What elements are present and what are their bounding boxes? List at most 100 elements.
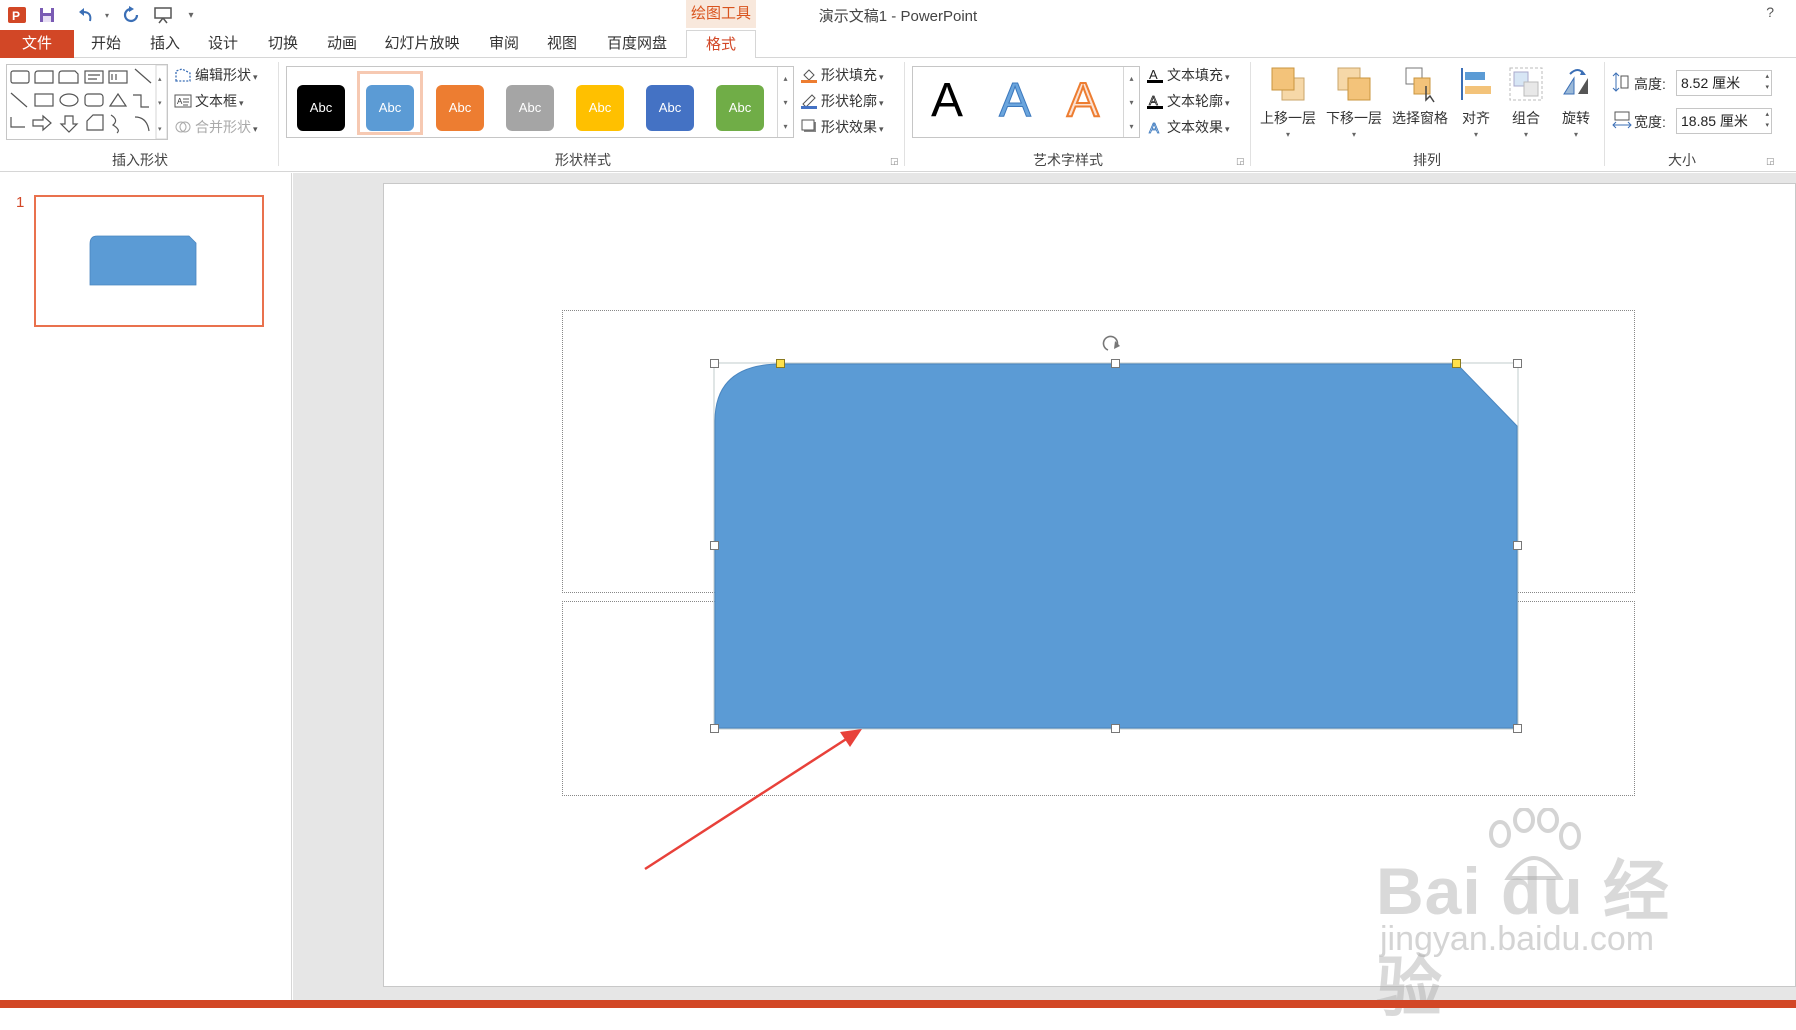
group-separator xyxy=(278,62,279,166)
gallery-more-icon[interactable]: ▾ xyxy=(1124,115,1139,139)
chevron-down-icon: ▾ xyxy=(253,72,258,82)
send-backward-icon xyxy=(1334,64,1374,104)
rotate-label: 旋转 xyxy=(1562,110,1590,126)
help-button[interactable]: ? xyxy=(1766,4,1774,20)
ribbon: ▴ ▾ ▾ 编辑形状 ▾ A 文本框 ▾ 合并形状 ▾ 插入形状 Abc Abc Abc… xyxy=(0,58,1796,172)
text-box-button[interactable]: A 文本框 ▾ xyxy=(174,90,244,112)
scroll-down-icon[interactable]: ▾ xyxy=(1124,91,1139,115)
text-fill-icon: A xyxy=(1147,67,1163,83)
svg-text:A: A xyxy=(177,97,183,106)
group-label-size: 大小 xyxy=(1668,152,1696,168)
group-label-arrange: 排列 xyxy=(1413,152,1441,168)
dialog-launcher-icon[interactable]: ◲ xyxy=(1236,156,1245,167)
shape-style-green[interactable]: Abc xyxy=(716,85,764,131)
group-button[interactable]: 组合 ▾ xyxy=(1506,64,1546,139)
wordart-gallery-scroll[interactable]: ▴ ▾ ▾ xyxy=(1123,67,1139,137)
tab-transitions[interactable]: 切换 xyxy=(263,30,303,58)
dialog-launcher-icon[interactable]: ◲ xyxy=(1766,156,1775,167)
resize-handle-s[interactable] xyxy=(1111,724,1120,733)
bring-forward-button[interactable]: 上移一层 ▾ xyxy=(1256,64,1320,139)
width-input[interactable]: 18.85 厘米 ▴ ▾ xyxy=(1676,108,1772,134)
resize-handle-e[interactable] xyxy=(1513,541,1522,550)
resize-handle-se[interactable] xyxy=(1513,724,1522,733)
tab-animations[interactable]: 动画 xyxy=(322,30,362,58)
rotate-handle-icon[interactable] xyxy=(1102,335,1120,351)
shape-style-gold[interactable]: Abc xyxy=(576,85,624,131)
merge-shapes-button[interactable]: 合并形状 ▾ xyxy=(174,116,258,138)
tab-view[interactable]: 视图 xyxy=(542,30,582,58)
tab-format[interactable]: 格式 xyxy=(686,30,756,59)
tab-design[interactable]: 设计 xyxy=(203,30,243,58)
tab-baidu[interactable]: 百度网盘 xyxy=(600,30,674,58)
text-fill-button[interactable]: A 文本填充 ▾ xyxy=(1146,64,1230,86)
text-effects-button[interactable]: A 文本效果 ▾ xyxy=(1146,116,1230,138)
tab-review[interactable]: 审阅 xyxy=(484,30,524,58)
annotation-arrow xyxy=(644,729,862,871)
scroll-up-icon[interactable]: ▴ xyxy=(778,67,793,91)
width-value: 18.85 厘米 xyxy=(1681,113,1748,129)
shape-outline-label: 形状轮廓 xyxy=(821,93,877,109)
resize-handle-sw[interactable] xyxy=(710,724,719,733)
height-spinner[interactable]: ▴ ▾ xyxy=(1765,71,1769,93)
text-effects-icon: A xyxy=(1149,120,1160,135)
shape-effects-button[interactable]: 形状效果 ▾ xyxy=(800,116,884,138)
shape-style-dark-blue[interactable]: Abc xyxy=(646,85,694,131)
text-outline-button[interactable]: A 文本轮廓 ▾ xyxy=(1146,90,1230,112)
style-gallery-scroll[interactable]: ▴ ▾ ▾ xyxy=(777,67,793,137)
align-button[interactable]: 对齐 ▾ xyxy=(1456,64,1496,139)
slide-canvas[interactable] xyxy=(383,183,1796,987)
tab-home[interactable]: 开始 xyxy=(86,30,126,58)
width-row: 宽度: 18.85 厘米 ▴ ▾ xyxy=(1612,108,1788,134)
group-label-shape-styles: 形状样式 xyxy=(555,152,611,168)
height-input[interactable]: 8.52 厘米 ▴ ▾ xyxy=(1676,70,1772,96)
tab-file[interactable]: 文件 xyxy=(0,30,74,58)
group-label: 组合 xyxy=(1512,110,1540,126)
title-bar: P ▾ ▾ 绘图工具 演示文稿1 - PowerPoint ? xyxy=(0,0,1796,30)
shapes-gallery[interactable]: ▴ ▾ ▾ xyxy=(6,64,168,140)
wordart-gallery[interactable]: A A A ▴ ▾ ▾ xyxy=(912,66,1140,138)
chevron-down-icon: ▾ xyxy=(1523,130,1528,139)
gallery-more-icon[interactable]: ▾ xyxy=(778,115,793,139)
height-label: 高度: xyxy=(1634,76,1666,92)
wordart-style-blue[interactable]: A xyxy=(998,73,1031,128)
shape-style-gray[interactable]: Abc xyxy=(506,85,554,131)
tab-slideshow[interactable]: 幻灯片放映 xyxy=(381,30,463,58)
shape-style-black[interactable]: Abc xyxy=(297,85,345,131)
text-fill-label: 文本填充 xyxy=(1167,67,1223,83)
chevron-down-icon: ▾ xyxy=(253,124,258,134)
rotate-button[interactable]: 旋转 ▾ xyxy=(1556,64,1596,139)
shape-effects-label: 形状效果 xyxy=(821,119,877,135)
text-outline-icon: A xyxy=(1147,93,1163,109)
slide-thumbnail-pane: 1 xyxy=(0,173,292,1000)
shape-style-orange[interactable]: Abc xyxy=(436,85,484,131)
snip-round-rectangle-shape[interactable] xyxy=(714,363,1518,729)
shape-outline-button[interactable]: 形状轮廓 ▾ xyxy=(800,90,884,112)
slide-thumbnail[interactable] xyxy=(34,195,264,327)
group-separator xyxy=(1250,62,1251,166)
adjust-handle-round-corner[interactable] xyxy=(776,359,785,368)
resize-handle-n[interactable] xyxy=(1111,359,1120,368)
group-icon xyxy=(1506,64,1546,104)
resize-handle-ne[interactable] xyxy=(1513,359,1522,368)
selection-pane-button[interactable]: 选择窗格 xyxy=(1388,64,1452,128)
slide-number: 1 xyxy=(16,194,25,211)
chevron-down-icon: ▾ xyxy=(1225,124,1230,134)
scroll-down-icon[interactable]: ▾ xyxy=(778,91,793,115)
dialog-launcher-icon[interactable]: ◲ xyxy=(890,156,899,167)
width-spinner[interactable]: ▴ ▾ xyxy=(1765,109,1769,131)
shape-fill-button[interactable]: 形状填充 ▾ xyxy=(800,64,884,86)
send-backward-button[interactable]: 下移一层 ▾ xyxy=(1322,64,1386,139)
adjust-handle-snip-corner[interactable] xyxy=(1452,359,1461,368)
wordart-style-orange-outline[interactable]: A xyxy=(1066,73,1100,128)
slide-editing-area xyxy=(293,173,1796,1000)
chevron-down-icon: ▾ xyxy=(1573,130,1578,139)
resize-handle-nw[interactable] xyxy=(710,359,719,368)
wordart-style-black[interactable]: A xyxy=(931,73,963,128)
chevron-down-icon: ▾ xyxy=(239,98,244,108)
scroll-up-icon[interactable]: ▴ xyxy=(1124,67,1139,91)
tab-insert[interactable]: 插入 xyxy=(145,30,185,58)
resize-handle-w[interactable] xyxy=(710,541,719,550)
edit-shape-button[interactable]: 编辑形状 ▾ xyxy=(174,64,258,86)
shape-style-blue-selected[interactable]: Abc xyxy=(366,85,414,131)
shape-style-gallery[interactable]: Abc Abc Abc Abc Abc Abc Abc ▴ ▾ ▾ xyxy=(286,66,794,138)
